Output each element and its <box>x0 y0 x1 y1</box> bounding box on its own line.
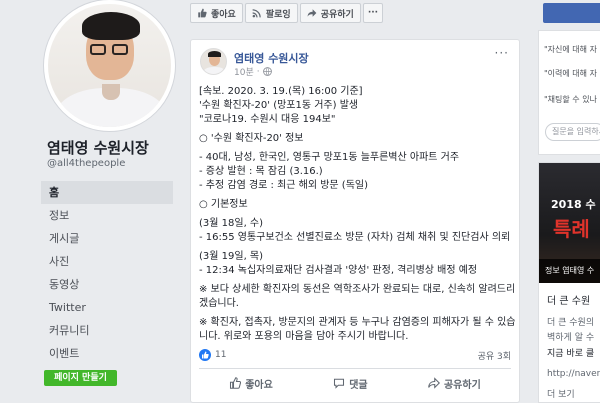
post-line: ※ 확진자, 접촉자, 방문지의 관계자 등 누구나 감염증의 피해자가 될 수… <box>199 317 516 342</box>
post-line: ※ 보다 상세한 확진자의 동선은 역학조사가 완료되는 대로, 신속히 알려드… <box>199 284 516 309</box>
like-reaction-icon <box>199 349 211 361</box>
suggested-question[interactable]: "자신에 대해 자 <box>539 44 597 55</box>
nav-item-community[interactable]: 커뮤니티 <box>41 319 173 342</box>
promo-caption: 정보 염태영 수 <box>539 259 600 283</box>
post-paragraph: ※ 확진자, 접촉자, 방문지의 관계자 등 누구나 감염증의 피해자가 될 수… <box>199 316 517 344</box>
post-meta: 10분 · <box>234 65 272 78</box>
share-arrow-icon <box>307 9 317 17</box>
post-line: - 추정 감염 경로 : 최근 해외 방문 (독일) <box>199 180 369 191</box>
post-paragraph: (3월 19일, 목) - 12:34 녹십자의료재단 검사결과 '양성' 판정… <box>199 250 517 278</box>
post-share-label: 공유하기 <box>443 379 481 391</box>
post-paragraph: ○ '수원 확진자-20' 정보 <box>199 132 517 146</box>
reaction-summary[interactable]: 11 <box>199 349 226 361</box>
post-timestamp[interactable]: 10분 <box>234 65 254 78</box>
post-like-label: 좋아요 <box>245 379 273 391</box>
post-line: ○ '수원 확진자-20' 정보 <box>199 133 304 144</box>
thumbs-up-icon <box>198 8 207 18</box>
share-page-label: 공유하기 <box>320 9 354 20</box>
post-line: '수원 확진자-20' (망포1동 거주) 발생 <box>199 100 359 111</box>
post-line: (3월 19일, 목) <box>199 251 264 262</box>
post-action-bar: 좋아요 댓글 공유하기 <box>199 372 511 394</box>
post-line: ○ 기본정보 <box>199 199 248 210</box>
post-comment-button[interactable]: 댓글 <box>333 372 368 394</box>
create-page-button[interactable]: 페이지 만들기 <box>44 370 117 386</box>
top-right-button[interactable] <box>543 3 600 23</box>
share-arrow-icon <box>428 377 440 389</box>
post-body: [속보. 2020. 3. 19.(목) 16:00 기준] '수원 확진자-2… <box>199 85 517 349</box>
rss-icon <box>252 9 261 18</box>
post-like-button[interactable]: 좋아요 <box>229 372 273 394</box>
like-page-button[interactable]: 좋아요 <box>190 3 243 23</box>
post-line: [속보. 2020. 3. 19.(목) 16:00 기준] <box>199 86 363 97</box>
post-author-name[interactable]: 염태영 수원시장 <box>234 50 309 66</box>
post-paragraph-header: [속보. 2020. 3. 19.(목) 16:00 기준] '수원 확진자-2… <box>199 85 517 127</box>
left-column: 염태영 수원시장 @all4thepeople 홈 정보 게시글 사진 동영상 … <box>0 0 175 403</box>
promo-text: 지금 바로 클 <box>547 349 595 359</box>
post-paragraph: ○ 기본정보 <box>199 198 517 212</box>
divider <box>199 368 511 369</box>
post-line: - 증상 발현 : 목 잠김 (3.16.) <box>199 166 323 177</box>
nav-item-home[interactable]: 홈 <box>41 181 173 204</box>
post-paragraph: ※ 보다 상세한 확진자의 동선은 역학조사가 완료되는 대로, 신속히 알려드… <box>199 283 517 311</box>
share-page-button[interactable]: 공유하기 <box>299 3 361 23</box>
separator-dot: · <box>256 66 260 77</box>
page-title[interactable]: 염태영 수원시장 <box>47 137 149 158</box>
nav-item-posts[interactable]: 게시글 <box>41 227 173 250</box>
post-paragraph: (3월 18일, 수) - 16:55 영통구보건소 선별진료소 방문 (자차)… <box>199 217 517 245</box>
promo-text: 벽하게 알 수 <box>547 333 595 343</box>
promo-image-year: 2018 수 <box>551 198 596 211</box>
post-comment-label: 댓글 <box>349 379 368 391</box>
post-card: 염태영 수원시장 10분 · ··· [속보. 2020. 3. 19.(목) … <box>190 39 520 403</box>
more-options-button[interactable]: ··· <box>362 3 384 23</box>
page-handle[interactable]: @all4thepeople <box>47 158 125 169</box>
page-action-bar: 좋아요 팔로잉 공유하기 ··· <box>190 3 384 23</box>
post-author-avatar[interactable] <box>200 48 227 75</box>
post-line: - 40대, 남성, 한국인, 영통구 망포1동 늘푸른벽산 아파트 거주 <box>199 152 460 163</box>
page-nav: 홈 정보 게시글 사진 동영상 Twitter 커뮤니티 이벤트 <box>41 181 173 365</box>
post-line: - 16:55 영통구보건소 선별진료소 방문 (자차) 검체 채취 및 진단검… <box>199 232 511 243</box>
nav-item-videos[interactable]: 동영상 <box>41 273 173 296</box>
promo-title[interactable]: 더 큰 수원 <box>547 292 590 307</box>
share-count[interactable]: 공유 3회 <box>478 349 511 362</box>
suggested-question[interactable]: "이력에 대해 자 <box>539 68 597 79</box>
suggested-question[interactable]: "채팅할 수 있나 <box>539 94 597 105</box>
post-line: "코로나19. 수원시 대응 194보" <box>199 114 336 125</box>
profile-avatar[interactable] <box>44 0 175 131</box>
nav-item-about[interactable]: 정보 <box>41 204 173 227</box>
post-options-icon[interactable]: ··· <box>495 46 509 60</box>
promo-link[interactable]: http://naver. <box>547 369 600 379</box>
post-paragraph: - 40대, 남성, 한국인, 영통구 망포1동 늘푸른벽산 아파트 거주 - … <box>199 151 517 193</box>
see-more-link[interactable]: 더 보기 <box>547 387 575 400</box>
promo-image-headline: 특례 <box>553 217 590 241</box>
like-count: 11 <box>215 350 227 360</box>
promo-card[interactable]: 2018 수 특례 정보 염태영 수 더 큰 수원 더 큰 수원의 벽하게 알 … <box>538 162 600 403</box>
post-line: (3월 18일, 수) <box>199 218 264 229</box>
nav-item-photos[interactable]: 사진 <box>41 250 173 273</box>
globe-icon <box>262 67 272 76</box>
nav-item-events[interactable]: 이벤트 <box>41 342 173 365</box>
question-input[interactable]: 질문을 입력하세요 <box>545 123 600 141</box>
promo-text: 더 큰 수원의 <box>547 318 595 328</box>
thumbs-up-icon <box>230 377 242 389</box>
ask-questions-panel: "자신에 대해 자 "이력에 대해 자 "채팅할 수 있나 질문을 입력하세요 <box>538 30 600 155</box>
post-share-button[interactable]: 공유하기 <box>428 372 481 394</box>
nav-item-twitter[interactable]: Twitter <box>41 296 173 319</box>
follow-page-button[interactable]: 팔로잉 <box>244 3 298 23</box>
comment-icon <box>334 378 345 389</box>
follow-page-label: 팔로잉 <box>265 9 291 20</box>
like-page-label: 좋아요 <box>211 9 236 20</box>
post-line: - 12:34 녹십자의료재단 검사결과 '양성' 판정, 격리병상 배정 예정 <box>199 265 478 276</box>
